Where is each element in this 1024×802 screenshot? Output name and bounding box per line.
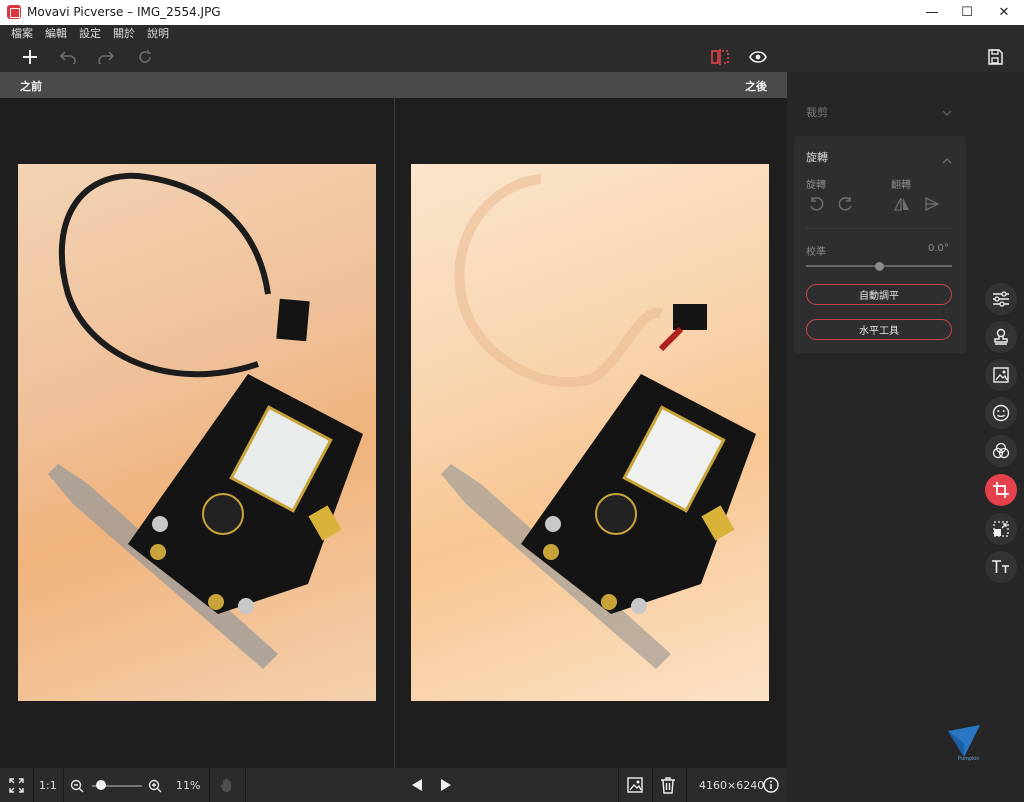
straighten-slider[interactable]: [806, 262, 952, 271]
next-image-icon[interactable]: [440, 778, 452, 795]
crop-icon[interactable]: [985, 474, 1017, 506]
status-separator: [686, 768, 687, 802]
status-separator: [209, 768, 210, 802]
menu-help[interactable]: 說明: [147, 25, 169, 41]
rotate-right-icon[interactable]: [838, 196, 854, 216]
menu-settings[interactable]: 設定: [79, 25, 101, 41]
divider-line: [806, 228, 952, 229]
hand-pan-icon[interactable]: [220, 777, 234, 796]
reset-icon[interactable]: [134, 41, 156, 72]
status-bar: 1:1 11% 4160×6240: [0, 768, 787, 802]
menu-file[interactable]: 檔案: [11, 25, 33, 41]
minimize-button[interactable]: —: [912, 0, 952, 25]
preview-eye-icon[interactable]: [746, 41, 770, 72]
status-separator: [63, 768, 64, 802]
trash-icon[interactable]: [660, 776, 676, 797]
zoom-level: 11%: [176, 779, 201, 792]
watermark-logo: Pumpkin: [946, 723, 982, 765]
face-retouch-icon[interactable]: [985, 397, 1017, 429]
previous-image-icon[interactable]: [411, 778, 423, 795]
rotate-label: 旋轉: [806, 180, 826, 191]
status-separator: [618, 768, 619, 802]
toolbar: [0, 41, 1024, 72]
title-bar: Movavi Picverse – IMG_2554.JPG — ☐ ✕: [0, 0, 1024, 25]
straighten-value: 0.0°: [928, 243, 949, 254]
text-icon[interactable]: [985, 551, 1017, 583]
background-image-icon[interactable]: [985, 359, 1017, 391]
menu-bar: 檔案 編輯 設定 關於 說明: [0, 25, 1024, 41]
flip-label: 翻轉: [891, 180, 911, 191]
add-icon[interactable]: [18, 41, 42, 72]
close-button[interactable]: ✕: [984, 0, 1024, 25]
image-dimensions: 4160×6240: [699, 779, 765, 792]
slider-handle[interactable]: [874, 262, 884, 271]
rotate-section-header[interactable]: 旋轉: [806, 149, 828, 165]
after-image: [411, 164, 769, 701]
app-logo-icon: [7, 5, 21, 19]
chevron-up-icon[interactable]: [942, 150, 952, 169]
status-separator: [652, 768, 653, 802]
before-image: [18, 164, 376, 701]
svg-text:Pumpkin: Pumpkin: [958, 756, 980, 761]
undo-icon[interactable]: [57, 41, 79, 72]
zoom-out-icon[interactable]: [70, 779, 84, 796]
status-separator: [33, 768, 34, 802]
status-separator: [245, 768, 246, 802]
level-tool-button[interactable]: 水平工具: [806, 319, 952, 340]
adjustments-icon[interactable]: [985, 283, 1017, 315]
before-label: 之前: [20, 80, 42, 93]
crop-section-header[interactable]: 裁剪: [806, 104, 828, 120]
open-image-icon[interactable]: [627, 777, 643, 796]
after-label: 之後: [745, 80, 767, 93]
filters-icon[interactable]: [985, 435, 1017, 467]
resize-icon[interactable]: [985, 513, 1017, 545]
fit-screen-icon[interactable]: [9, 778, 24, 796]
maximize-button[interactable]: ☐: [947, 0, 987, 25]
rotate-left-icon[interactable]: [808, 196, 824, 216]
zoom-slider[interactable]: [92, 780, 142, 790]
chevron-down-icon[interactable]: [942, 102, 952, 121]
compare-header: 之前 之後: [0, 72, 787, 98]
menu-edit[interactable]: 編輯: [45, 25, 67, 41]
info-icon[interactable]: [763, 777, 779, 796]
stamp-icon[interactable]: [985, 321, 1017, 353]
status-bar-right: [787, 768, 1024, 802]
zoom-in-icon[interactable]: [148, 779, 162, 796]
window-title: Movavi Picverse – IMG_2554.JPG: [27, 5, 221, 19]
auto-level-button[interactable]: 自動調平: [806, 284, 952, 305]
redo-icon[interactable]: [95, 41, 117, 72]
straighten-label: 校準: [806, 247, 826, 258]
compare-split-icon[interactable]: [708, 41, 732, 72]
zoom-slider-handle[interactable]: [96, 780, 106, 790]
menu-about[interactable]: 關於: [113, 25, 135, 41]
compare-divider[interactable]: [394, 98, 395, 768]
flip-horizontal-icon[interactable]: [893, 196, 910, 216]
zoom-one-to-one-button[interactable]: 1:1: [39, 779, 57, 792]
save-icon[interactable]: [984, 41, 1006, 72]
flip-vertical-icon[interactable]: [924, 196, 940, 216]
